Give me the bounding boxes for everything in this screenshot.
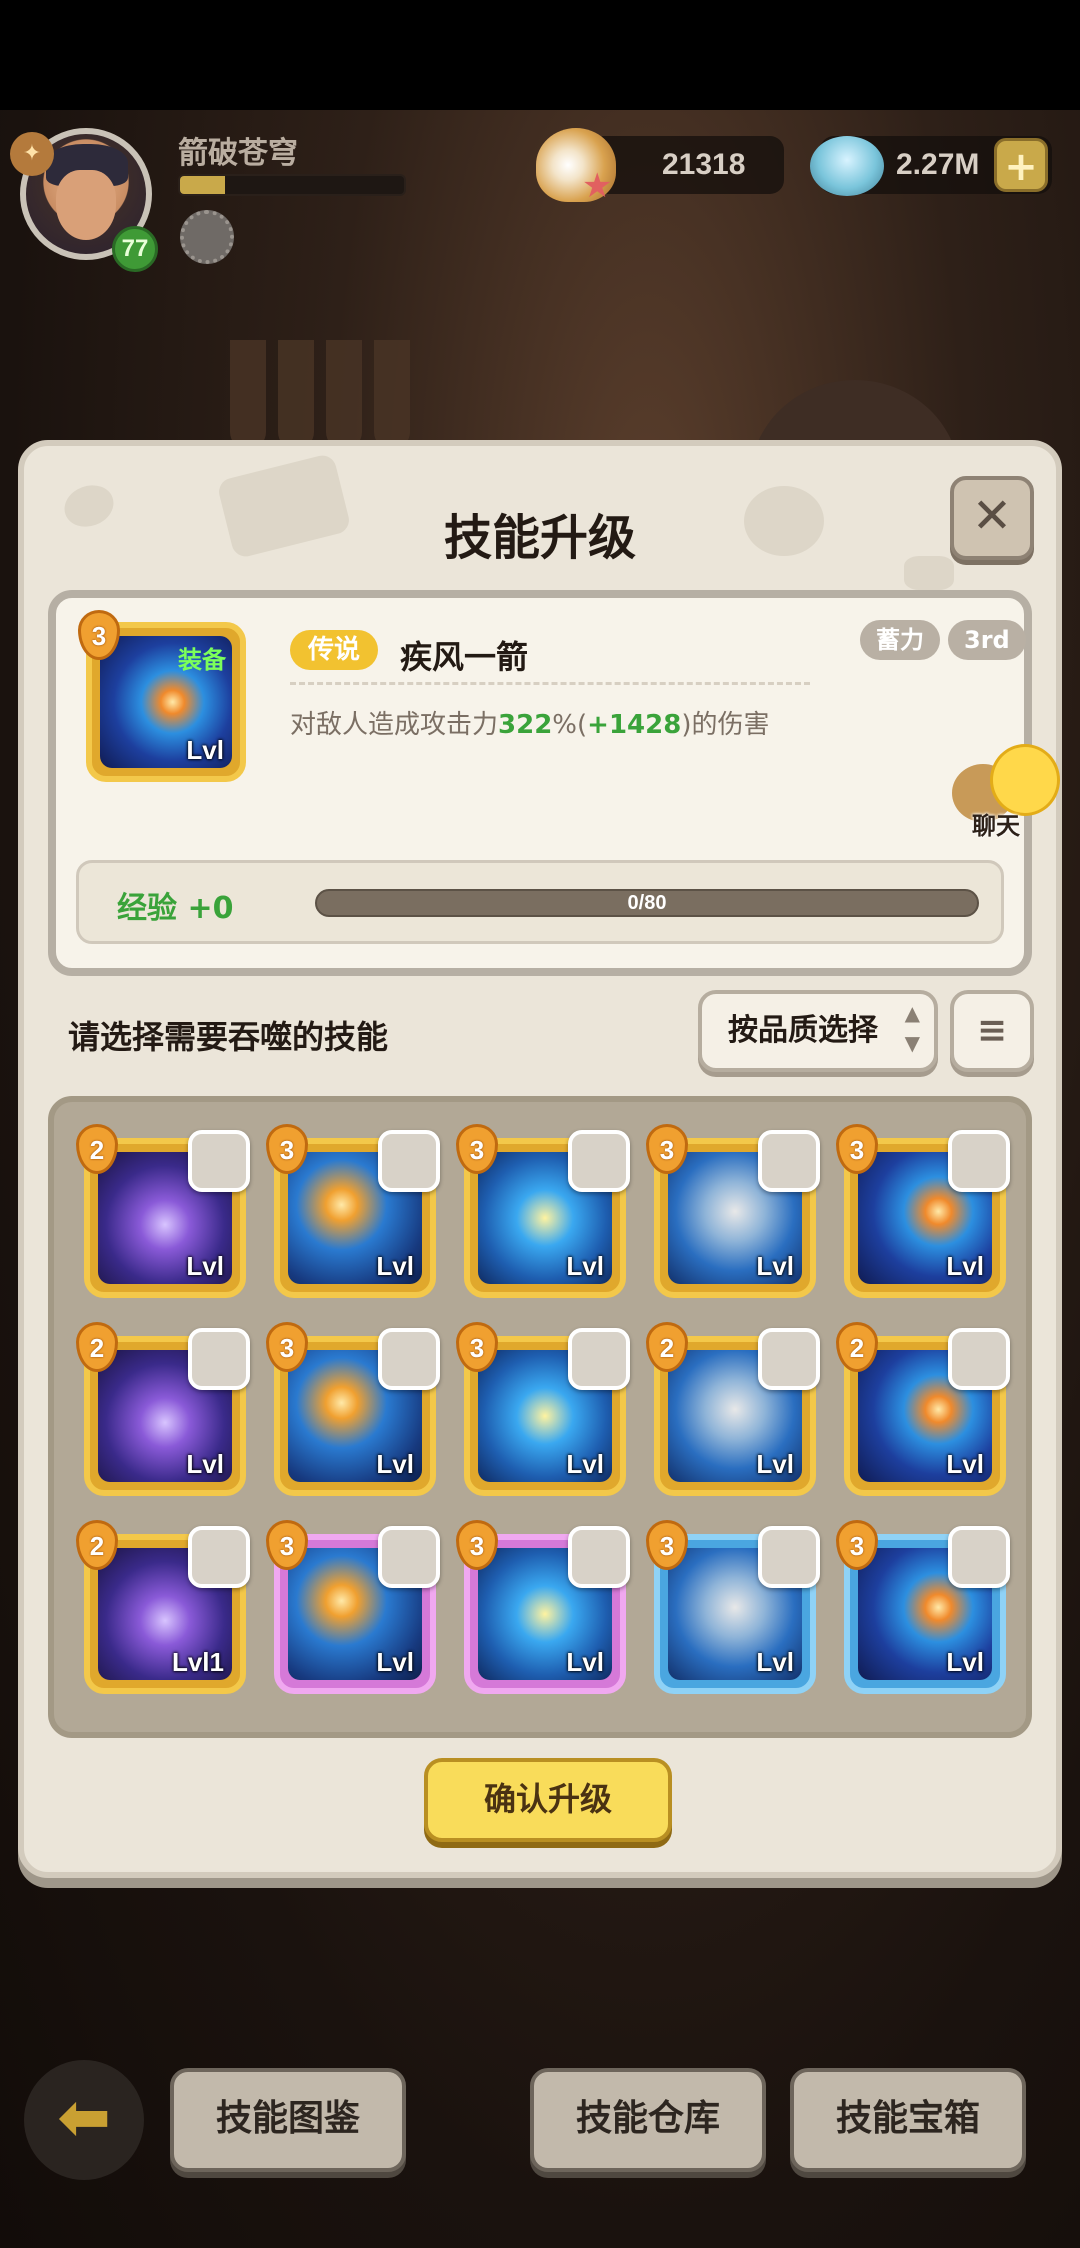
- back-arrow-button[interactable]: ⬅: [24, 2060, 144, 2180]
- skill-grid-panel: Lvl 2 Lvl 3 Lvl 3 Lvl 3 Lvl 3 Lvl 2 Lvl 3 Lvl 3 Lvl 2 Lvl 2…: [48, 1096, 1032, 1738]
- select-checkbox[interactable]: [758, 1130, 820, 1192]
- skill-level-text: Lvl: [566, 1647, 604, 1677]
- skill-level-text: Lvl: [186, 1449, 224, 1479]
- skill-name: 疾风一箭: [400, 638, 529, 676]
- skill-description: 对敌人造成攻击力322%(+1428)的伤害: [290, 704, 769, 741]
- skill-grid-item[interactable]: Lvl1 2: [76, 1520, 250, 1698]
- settings-gear-icon[interactable]: [180, 210, 234, 264]
- skill-grid-item[interactable]: Lvl 3: [836, 1124, 1010, 1302]
- select-checkbox[interactable]: [378, 1526, 440, 1588]
- skill-upgrade-dialog: 技能升级 ✕ 装备 Lvl 3 传说 疾风一箭 对敌人造成攻击力322%(+14…: [18, 440, 1062, 1878]
- select-checkbox[interactable]: [758, 1526, 820, 1588]
- select-checkbox[interactable]: [188, 1328, 250, 1390]
- player-xp-fill: [180, 176, 225, 194]
- sort-button[interactable]: ≡: [950, 990, 1034, 1072]
- dialog-title: 技能升级: [443, 510, 636, 566]
- add-currency-button[interactable]: +: [994, 138, 1048, 192]
- player-level-badge: 77: [112, 226, 158, 272]
- equipped-tag: 装备: [178, 646, 226, 674]
- skill-grid-item[interactable]: Lvl 3: [836, 1520, 1010, 1698]
- skill-level-text: Lvl: [376, 1251, 414, 1281]
- claw-icon: ✦: [10, 132, 54, 176]
- skill-info-panel: 装备 Lvl 3 传说 疾风一箭 对敌人造成攻击力322%(+1428)的伤害 …: [48, 590, 1060, 976]
- skill-level-text: Lvl: [756, 1647, 794, 1677]
- exp-label: 经验 +0: [117, 891, 234, 926]
- select-checkbox[interactable]: [568, 1526, 630, 1588]
- close-button[interactable]: ✕: [950, 476, 1034, 560]
- skill-level-text: Lvl: [756, 1449, 794, 1479]
- exp-box: 经验 +0 0/80: [76, 860, 1004, 944]
- skill-grid-item[interactable]: Lvl 2: [646, 1322, 820, 1500]
- skill-grid-item[interactable]: Lvl 3: [456, 1520, 630, 1698]
- exp-progress-bar: 0/80: [315, 889, 979, 917]
- select-checkbox[interactable]: [758, 1328, 820, 1390]
- skill-level-text: Lvl: [376, 1449, 414, 1479]
- skill-grid-item[interactable]: Lvl 2: [76, 1124, 250, 1302]
- select-checkbox[interactable]: [948, 1526, 1010, 1588]
- skill-grid-item[interactable]: Lvl 3: [266, 1322, 440, 1500]
- select-checkbox[interactable]: [568, 1130, 630, 1192]
- skill-storage-button[interactable]: 技能仓库: [530, 2068, 766, 2172]
- order-tag: 3rd: [948, 620, 1026, 660]
- select-prompt: 请选择需要吞噬的技能: [68, 1018, 389, 1056]
- arrow-skill-icon: 装备 Lvl: [100, 636, 232, 768]
- player-name: 箭破苍穹: [178, 136, 298, 171]
- select-checkbox[interactable]: [188, 1526, 250, 1588]
- skill-grid: Lvl 2 Lvl 3 Lvl 3 Lvl 3 Lvl 3 Lvl 2 Lvl 3 Lvl 3 Lvl 2 Lvl 2…: [76, 1124, 1024, 1698]
- desc-prefix: 对敌人造成攻击力: [290, 710, 499, 740]
- skill-level-text: Lvl: [566, 1449, 604, 1479]
- skill-level-text: Lvl1: [171, 1647, 224, 1677]
- skill-grid-item[interactable]: Lvl 3: [456, 1322, 630, 1500]
- chat-label: 聊天: [972, 812, 1020, 840]
- sort-icon: ≡: [976, 1010, 1008, 1051]
- shell-currency-pill: 21318: [590, 136, 784, 194]
- skill-level-text: Lvl: [756, 1251, 794, 1281]
- confirm-upgrade-button[interactable]: 确认升级: [424, 1758, 672, 1842]
- divider: [290, 682, 810, 685]
- select-checkbox[interactable]: [188, 1130, 250, 1192]
- select-checkbox[interactable]: [378, 1328, 440, 1390]
- quality-select-dropdown[interactable]: 按品质选择 ▲ ▼: [698, 990, 938, 1072]
- skill-level-text: Lvl: [186, 735, 224, 765]
- skill-grid-item[interactable]: Lvl 2: [76, 1322, 250, 1500]
- charge-tag: 蓄力: [860, 620, 940, 660]
- skill-level-text: Lvl: [946, 1449, 984, 1479]
- skill-level-text: Lvl: [186, 1251, 224, 1281]
- avatar-face: [56, 170, 116, 240]
- select-checkbox[interactable]: [378, 1130, 440, 1192]
- select-checkbox[interactable]: [568, 1328, 630, 1390]
- rarity-tag: 传说: [290, 630, 379, 670]
- select-checkbox[interactable]: [948, 1130, 1010, 1192]
- desc-pct-sign: %(: [552, 710, 588, 740]
- skill-grid-item[interactable]: Lvl 3: [266, 1520, 440, 1698]
- skill-grid-item[interactable]: Lvl 3: [646, 1520, 820, 1698]
- skill-grid-item[interactable]: Lvl 3: [456, 1124, 630, 1302]
- starfish-icon: ★: [582, 166, 613, 206]
- player-xp-bar: [178, 174, 406, 196]
- desc-bonus: +1428: [587, 710, 682, 740]
- updown-arrows-icon: ▲ ▼: [904, 1001, 920, 1055]
- skill-level-text: Lvl: [566, 1251, 604, 1281]
- skill-codex-button[interactable]: 技能图鉴: [170, 2068, 406, 2172]
- desc-suffix: )的伤害: [681, 710, 770, 740]
- skill-level-text: Lvl: [376, 1647, 414, 1677]
- select-checkbox[interactable]: [948, 1328, 1010, 1390]
- skill-level-text: Lvl: [946, 1647, 984, 1677]
- skill-grid-item[interactable]: Lvl 3: [266, 1124, 440, 1302]
- pearl-currency-icon: [810, 136, 884, 196]
- quality-select-label: 按品质选择: [728, 1013, 878, 1048]
- exp-progress-text: 0/80: [627, 892, 667, 914]
- skill-grid-item[interactable]: Lvl 2: [836, 1322, 1010, 1500]
- chat-float-button[interactable]: 聊天: [952, 744, 1062, 840]
- skill-grid-item[interactable]: Lvl 3: [646, 1124, 820, 1302]
- skill-level-text: Lvl: [946, 1251, 984, 1281]
- skill-chest-button[interactable]: 技能宝箱: [790, 2068, 1026, 2172]
- desc-percent: 322: [498, 710, 553, 740]
